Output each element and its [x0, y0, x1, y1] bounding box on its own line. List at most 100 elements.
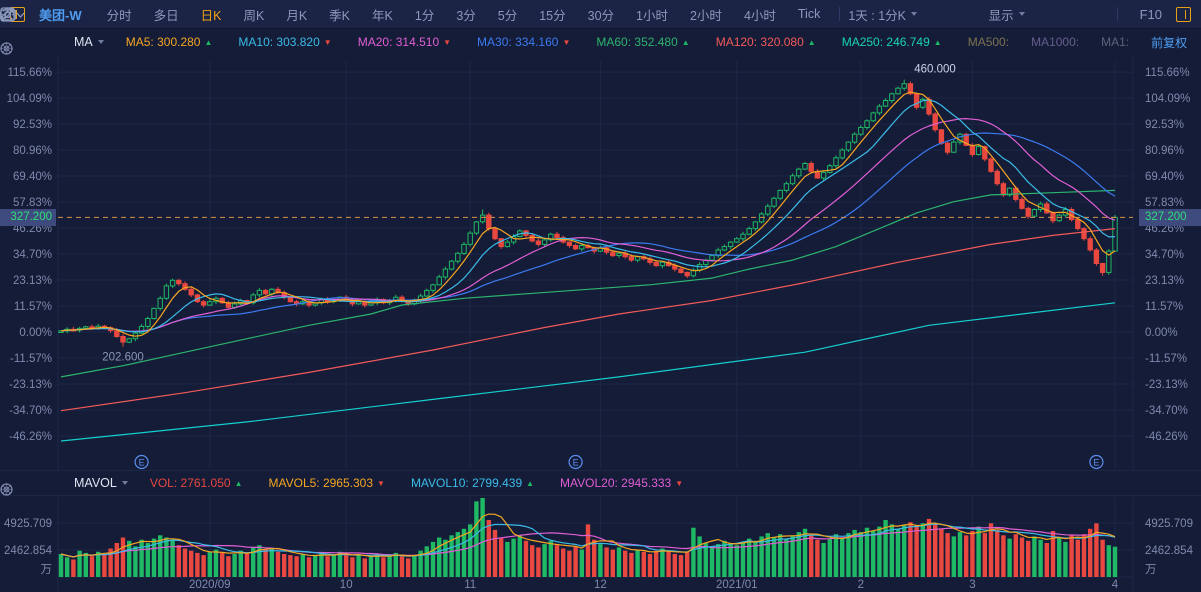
- display-dropdown[interactable]: 显示: [989, 5, 1025, 24]
- svg-text:-23.13%: -23.13%: [1145, 379, 1188, 391]
- svg-text:E: E: [573, 458, 579, 468]
- arrow-down-icon: ▼: [562, 38, 570, 47]
- svg-text:0.00%: 0.00%: [1145, 327, 1178, 339]
- ma-value-disabled-ma1000[interactable]: MA1000:: [1031, 35, 1079, 49]
- tab-period-10[interactable]: 15分: [528, 5, 576, 24]
- svg-text:80.96%: 80.96%: [13, 145, 52, 157]
- svg-text:115.66%: 115.66%: [1145, 67, 1190, 79]
- ma-value-ma20[interactable]: MA20: 314.510▼: [358, 35, 451, 49]
- svg-text:34.70%: 34.70%: [13, 249, 52, 261]
- chevron-down-icon: [911, 12, 917, 16]
- svg-text:-11.57%: -11.57%: [1145, 353, 1187, 365]
- ma-value-ma120[interactable]: MA120: 320.080▲: [716, 35, 816, 49]
- svg-text:-46.26%: -46.26%: [1145, 431, 1188, 443]
- svg-text:万: 万: [41, 564, 53, 576]
- ma-value-disabled-ma500[interactable]: MA500:: [968, 35, 1009, 49]
- ma-indicator-row: MA MA5: 300.280▲ MA10: 303.820▼ MA20: 314.…: [0, 29, 1201, 55]
- f10-button[interactable]: F10: [1140, 7, 1162, 22]
- svg-text:34.70%: 34.70%: [1145, 249, 1184, 261]
- svg-text:-34.70%: -34.70%: [9, 405, 52, 417]
- chevron-down-icon: [1019, 12, 1025, 16]
- svg-text:E: E: [1093, 458, 1099, 468]
- svg-text:23.13%: 23.13%: [13, 275, 52, 287]
- tab-period-3[interactable]: 周K: [232, 5, 275, 24]
- tab-period-8[interactable]: 3分: [445, 5, 486, 24]
- chevron-down-icon: [98, 40, 104, 44]
- x-axis-month-label: 2021/01: [716, 579, 758, 591]
- current-price-tag-left: 327.200: [0, 209, 56, 226]
- top-toolbar: 美团-W 分时多日日K周K月K季K年K1分3分5分15分30分1小时2小时4小时…: [0, 0, 1201, 29]
- svg-text:4925.709: 4925.709: [1145, 518, 1193, 530]
- mavol-value-mavol5[interactable]: MAVOL5: 2965.303▼: [269, 476, 385, 490]
- arrow-down-icon: ▼: [324, 38, 332, 47]
- svg-text:11.57%: 11.57%: [1145, 301, 1183, 313]
- arrow-down-icon: ▼: [675, 479, 683, 488]
- ma-selector[interactable]: MA: [74, 35, 104, 49]
- tab-period-11[interactable]: 30分: [577, 5, 625, 24]
- x-axis-month-label: 12: [594, 579, 607, 591]
- svg-text:-23.13%: -23.13%: [9, 379, 52, 391]
- tab-period-9[interactable]: 5分: [487, 5, 528, 24]
- main-candlestick-chart[interactable]: 115.66% 115.66% 104.09% 104.09% 92.53% 92.53%…: [0, 55, 1201, 470]
- adjust-mode-button[interactable]: 前复权: [1151, 34, 1187, 51]
- earnings-marker-icon: E: [1090, 456, 1103, 469]
- mavol-values: VOL: 2761.050▲ MAVOL5: 2965.303▼ MAVOL10: …: [150, 476, 709, 490]
- earnings-marker-icon: E: [135, 456, 148, 469]
- panel-icon-right[interactable]: [1176, 7, 1191, 22]
- symbol-title: 美团-W: [39, 5, 82, 24]
- tab-period-4[interactable]: 月K: [275, 5, 318, 24]
- svg-text:104.09%: 104.09%: [1145, 93, 1190, 105]
- svg-text:-46.26%: -46.26%: [9, 431, 52, 443]
- tab-period-7[interactable]: 1分: [404, 5, 445, 24]
- ma-value-ma250[interactable]: MA250: 246.749▲: [842, 35, 942, 49]
- svg-text:2462.854: 2462.854: [4, 545, 53, 557]
- svg-text:92.53%: 92.53%: [13, 119, 52, 131]
- ma-disabled-values: MA500: MA1000: MA1:: [968, 35, 1151, 49]
- ma-value-ma30[interactable]: MA30: 334.160▼: [477, 35, 570, 49]
- mavol-selector[interactable]: MAVOL: [74, 476, 128, 490]
- low-price-annotation: 202.600: [102, 352, 144, 364]
- mavol-value-mavol10[interactable]: MAVOL10: 2799.439▲: [411, 476, 534, 490]
- tab-period-15[interactable]: Tick: [787, 7, 831, 21]
- tab-period-2[interactable]: 日K: [190, 5, 233, 24]
- current-price-tag-right: 327.200: [1139, 209, 1201, 226]
- tab-period-1[interactable]: 多日: [143, 5, 190, 24]
- tab-period-6[interactable]: 年K: [361, 5, 404, 24]
- x-axis-month-label: 2: [858, 579, 864, 591]
- x-axis-month-label: 2020/09: [189, 579, 231, 591]
- svg-text:万: 万: [1145, 564, 1157, 576]
- period-tabs: 分时多日日K周K月K季K年K1分3分5分15分30分1小时2小时4小时Tick: [96, 5, 832, 24]
- svg-text:11.57%: 11.57%: [14, 301, 52, 313]
- tab-period-0[interactable]: 分时: [96, 5, 143, 24]
- divider: [839, 7, 840, 21]
- ma-value-ma10[interactable]: MA10: 303.820▼: [238, 35, 331, 49]
- mavol-value-vol[interactable]: VOL: 2761.050▲: [150, 476, 243, 490]
- chevron-down-icon: [122, 481, 128, 485]
- ma-values: MA5: 300.280▲ MA10: 303.820▼ MA20: 314.510…: [126, 35, 968, 49]
- arrow-up-icon: ▲: [526, 479, 534, 488]
- multi-period-dropdown[interactable]: 1天 : 1分K: [848, 5, 917, 24]
- svg-text:92.53%: 92.53%: [1145, 119, 1184, 131]
- tab-period-12[interactable]: 1小时: [625, 5, 679, 24]
- svg-text:4925.709: 4925.709: [4, 518, 52, 530]
- tab-period-14[interactable]: 4小时: [733, 5, 787, 24]
- svg-text:57.83%: 57.83%: [1145, 197, 1184, 209]
- svg-text:-34.70%: -34.70%: [1145, 405, 1188, 417]
- mavol-value-mavol20[interactable]: MAVOL20: 2945.333▼: [560, 476, 683, 490]
- tab-period-13[interactable]: 2小时: [679, 5, 733, 24]
- svg-text:80.96%: 80.96%: [1145, 145, 1184, 157]
- arrow-up-icon: ▲: [808, 38, 816, 47]
- svg-text:115.66%: 115.66%: [7, 67, 52, 79]
- high-price-annotation: 460.000: [914, 64, 956, 76]
- arrow-up-icon: ▲: [204, 38, 212, 47]
- svg-text:104.09%: 104.09%: [7, 93, 52, 105]
- volume-chart[interactable]: 4925.7094925.7092462.8542462.854万万2020/0…: [0, 497, 1201, 592]
- tab-period-5[interactable]: 季K: [318, 5, 361, 24]
- svg-text:69.40%: 69.40%: [1145, 171, 1184, 183]
- x-axis-month-label: 11: [464, 579, 476, 591]
- ma-value-disabled-ma1[interactable]: MA1:: [1101, 35, 1129, 49]
- x-axis-month-label: 3: [969, 579, 975, 591]
- ma-value-ma5[interactable]: MA5: 300.280▲: [126, 35, 213, 49]
- x-axis-month-label: 10: [340, 579, 353, 591]
- ma-value-ma60[interactable]: MA60: 352.480▲: [596, 35, 689, 49]
